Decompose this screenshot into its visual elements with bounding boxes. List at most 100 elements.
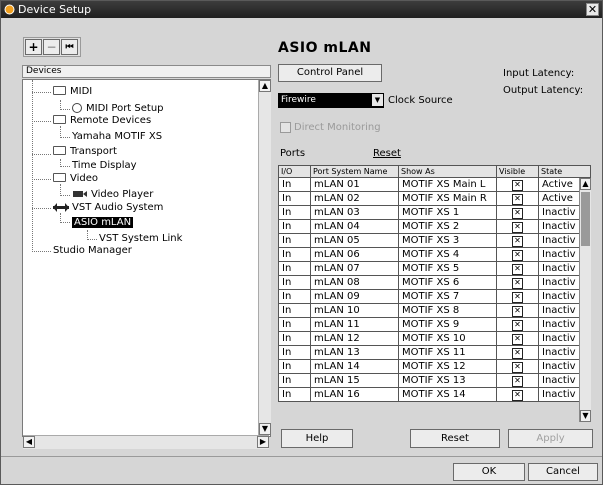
table-row[interactable]: In mLAN 05 MOTIF XS 3 ✕ Inactiv: [278, 233, 591, 248]
close-icon[interactable]: ✕: [586, 3, 599, 16]
port-visible-cell[interactable]: ✕: [496, 261, 539, 276]
port-show-as-cell[interactable]: MOTIF XS 9: [398, 317, 497, 332]
port-visible-cell[interactable]: ✕: [496, 387, 539, 402]
port-visible-cell[interactable]: ✕: [496, 247, 539, 262]
cancel-button[interactable]: Cancel: [528, 463, 598, 481]
visible-checkbox[interactable]: ✕: [512, 333, 523, 345]
tree-item-studio-manager[interactable]: Studio Manager: [53, 245, 132, 257]
column-header-io[interactable]: I/O: [278, 165, 311, 178]
reset-device-button[interactable]: ⏮: [61, 39, 78, 55]
tree-item-video-player[interactable]: Video Player: [72, 189, 153, 201]
tree-item-video[interactable]: Video: [53, 172, 98, 185]
port-show-as-cell[interactable]: MOTIF XS 12: [398, 359, 497, 374]
port-visible-cell[interactable]: ✕: [496, 219, 539, 234]
tree-item-midi-port-setup[interactable]: MIDI Port Setup: [72, 103, 164, 115]
table-row[interactable]: In mLAN 12 MOTIF XS 10 ✕ Inactiv: [278, 331, 591, 346]
port-show-as-cell[interactable]: MOTIF XS 8: [398, 303, 497, 318]
visible-checkbox[interactable]: ✕: [512, 193, 523, 205]
port-visible-cell[interactable]: ✕: [496, 317, 539, 332]
port-visible-cell[interactable]: ✕: [496, 331, 539, 346]
table-row[interactable]: In mLAN 02 MOTIF XS Main R ✕ Active: [278, 191, 591, 206]
port-visible-cell[interactable]: ✕: [496, 359, 539, 374]
port-visible-cell[interactable]: ✕: [496, 275, 539, 290]
port-show-as-cell[interactable]: MOTIF XS 13: [398, 373, 497, 388]
scroll-up-icon[interactable]: ▲: [580, 178, 591, 190]
table-row[interactable]: In mLAN 06 MOTIF XS 4 ✕ Inactiv: [278, 247, 591, 262]
port-show-as-cell[interactable]: MOTIF XS Main L: [398, 177, 497, 192]
visible-checkbox[interactable]: ✕: [512, 277, 523, 289]
tree-item-transport[interactable]: Transport: [53, 145, 117, 158]
tree-item-remote-devices[interactable]: Remote Devices: [53, 114, 151, 127]
port-visible-cell[interactable]: ✕: [496, 191, 539, 206]
visible-checkbox[interactable]: ✕: [512, 305, 523, 317]
visible-checkbox[interactable]: ✕: [512, 319, 523, 331]
table-row[interactable]: In mLAN 08 MOTIF XS 6 ✕ Inactiv: [278, 275, 591, 290]
reset-ports-link[interactable]: Reset: [373, 148, 401, 159]
port-show-as-cell[interactable]: MOTIF XS 11: [398, 345, 497, 360]
help-button[interactable]: Help: [281, 429, 353, 448]
port-show-as-cell[interactable]: MOTIF XS 2: [398, 219, 497, 234]
port-show-as-cell[interactable]: MOTIF XS 7: [398, 289, 497, 304]
visible-checkbox[interactable]: ✕: [512, 263, 523, 275]
column-header-state[interactable]: State: [538, 165, 591, 178]
port-show-as-cell[interactable]: MOTIF XS 3: [398, 233, 497, 248]
port-show-as-cell[interactable]: MOTIF XS 14: [398, 387, 497, 402]
table-row[interactable]: In mLAN 09 MOTIF XS 7 ✕ Inactiv: [278, 289, 591, 304]
table-row[interactable]: In mLAN 01 MOTIF XS Main L ✕ Active: [278, 177, 591, 192]
tree-item-asio-mlan[interactable]: ASIO mLAN: [72, 217, 134, 229]
tree-item-vst-system-link[interactable]: VST System Link: [99, 233, 182, 245]
apply-button[interactable]: Apply: [508, 429, 593, 448]
scroll-up-icon[interactable]: ▲: [259, 80, 271, 92]
scroll-left-icon[interactable]: ◀: [23, 436, 35, 448]
tree-item-midi[interactable]: MIDI: [53, 85, 92, 98]
port-visible-cell[interactable]: ✕: [496, 289, 539, 304]
visible-checkbox[interactable]: ✕: [512, 221, 523, 233]
port-visible-cell[interactable]: ✕: [496, 205, 539, 220]
port-show-as-cell[interactable]: MOTIF XS 1: [398, 205, 497, 220]
port-visible-cell[interactable]: ✕: [496, 345, 539, 360]
table-row[interactable]: In mLAN 13 MOTIF XS 11 ✕ Inactiv: [278, 345, 591, 360]
tree-item-time-display[interactable]: Time Display: [72, 160, 137, 172]
visible-checkbox[interactable]: ✕: [512, 361, 523, 373]
tree-item-vst-audio-system[interactable]: VST Audio System: [53, 202, 163, 214]
table-row[interactable]: In mLAN 14 MOTIF XS 12 ✕ Inactiv: [278, 359, 591, 374]
scrollbar-thumb[interactable]: [581, 192, 590, 246]
scroll-down-icon[interactable]: ▼: [259, 423, 271, 435]
ports-table-scrollbar[interactable]: ▲ ▼: [579, 178, 591, 422]
column-header-show-as[interactable]: Show As: [398, 165, 497, 178]
port-show-as-cell[interactable]: MOTIF XS 10: [398, 331, 497, 346]
visible-checkbox[interactable]: ✕: [512, 389, 523, 401]
add-device-button[interactable]: +: [25, 39, 42, 55]
table-row[interactable]: In mLAN 04 MOTIF XS 2 ✕ Inactiv: [278, 219, 591, 234]
port-show-as-cell[interactable]: MOTIF XS 5: [398, 261, 497, 276]
table-row[interactable]: In mLAN 11 MOTIF XS 9 ✕ Inactiv: [278, 317, 591, 332]
scroll-right-icon[interactable]: ▶: [257, 436, 269, 448]
table-row[interactable]: In mLAN 03 MOTIF XS 1 ✕ Inactiv: [278, 205, 591, 220]
direct-monitoring-checkbox[interactable]: [280, 122, 291, 133]
visible-checkbox[interactable]: ✕: [512, 235, 523, 247]
tree-vertical-scrollbar[interactable]: ▲ ▼: [258, 80, 271, 435]
visible-checkbox[interactable]: ✕: [512, 249, 523, 261]
reset-button[interactable]: Reset: [410, 429, 500, 448]
port-visible-cell[interactable]: ✕: [496, 303, 539, 318]
visible-checkbox[interactable]: ✕: [512, 207, 523, 219]
port-visible-cell[interactable]: ✕: [496, 373, 539, 388]
visible-checkbox[interactable]: ✕: [512, 291, 523, 303]
table-row[interactable]: In mLAN 07 MOTIF XS 5 ✕ Inactiv: [278, 261, 591, 276]
column-header-visible[interactable]: Visible: [496, 165, 539, 178]
remove-device-button[interactable]: −: [43, 39, 60, 55]
ok-button[interactable]: OK: [453, 463, 525, 481]
port-visible-cell[interactable]: ✕: [496, 233, 539, 248]
visible-checkbox[interactable]: ✕: [512, 179, 523, 191]
table-row[interactable]: In mLAN 10 MOTIF XS 8 ✕ Inactiv: [278, 303, 591, 318]
port-visible-cell[interactable]: ✕: [496, 177, 539, 192]
column-header-port-system-name[interactable]: Port System Name: [310, 165, 399, 178]
scroll-down-icon[interactable]: ▼: [580, 410, 591, 422]
tree-horizontal-scrollbar[interactable]: ◀ ▶: [23, 435, 269, 449]
table-row[interactable]: In mLAN 16 MOTIF XS 14 ✕ Inactiv: [278, 387, 591, 402]
port-show-as-cell[interactable]: MOTIF XS 4: [398, 247, 497, 262]
port-show-as-cell[interactable]: MOTIF XS Main R: [398, 191, 497, 206]
tree-item-yamaha-motif-xs[interactable]: Yamaha MOTIF XS: [72, 131, 162, 143]
table-row[interactable]: In mLAN 15 MOTIF XS 13 ✕ Inactiv: [278, 373, 591, 388]
clock-source-dropdown[interactable]: Firewire ▼: [278, 93, 384, 108]
